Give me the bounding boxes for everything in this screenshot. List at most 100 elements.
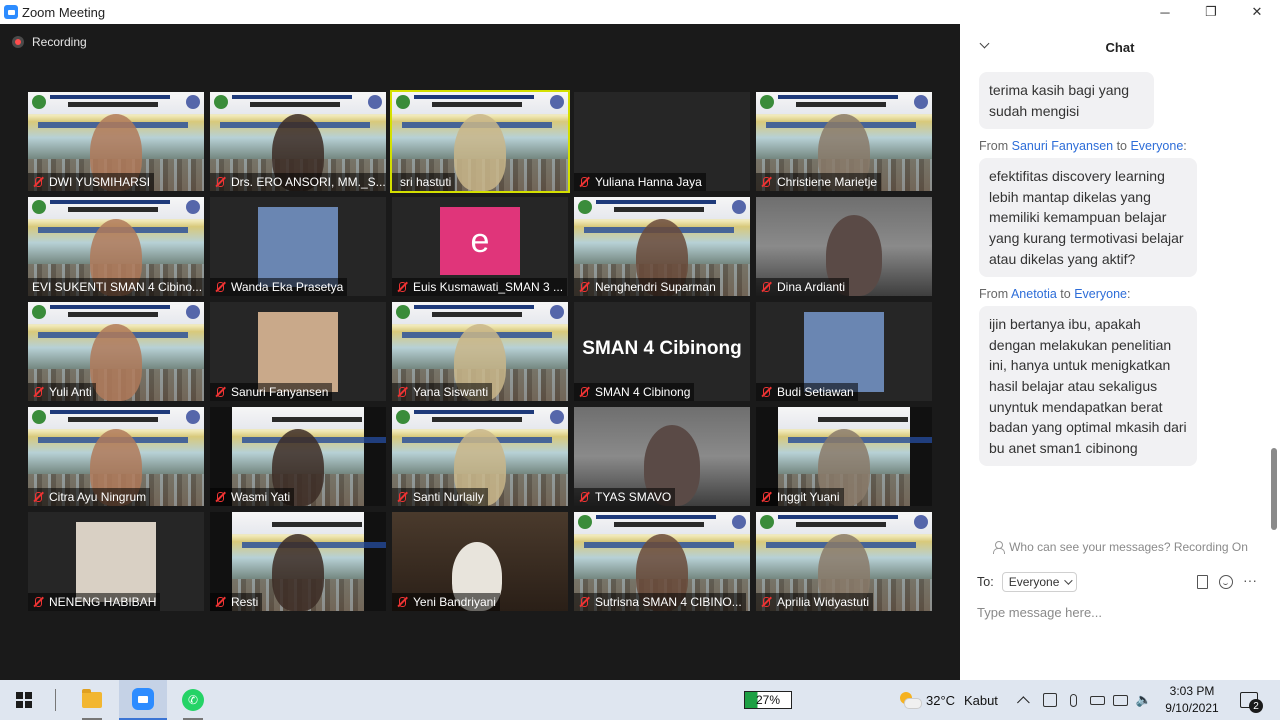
participant-name-label: Yuliana Hanna Jaya	[574, 173, 706, 191]
whatsapp-taskbar-button[interactable]: ✆	[170, 680, 216, 720]
participant-tile[interactable]: Yuliana Hanna Jaya	[574, 92, 750, 191]
participant-name: Drs. ERO ANSORI, MM._S...	[231, 175, 386, 189]
recipient-name[interactable]: Everyone	[1130, 139, 1183, 153]
weather-widget[interactable]	[896, 680, 922, 720]
clock[interactable]: 3:03 PM 9/10/2021	[1160, 680, 1224, 720]
chevron-down-icon[interactable]	[978, 38, 992, 52]
participant-name-label: Yeni Bandriyani	[392, 593, 500, 611]
participant-name-label: Wasmi Yati	[210, 488, 295, 506]
volume-tray[interactable]: 🔈	[1135, 680, 1153, 720]
battery-percent: 27%	[755, 693, 781, 707]
scrollbar-thumb[interactable]	[1271, 448, 1277, 530]
more-icon[interactable]: ···	[1242, 573, 1258, 590]
participant-name: Resti	[231, 595, 259, 609]
chat-scrollbar[interactable]	[1271, 70, 1277, 532]
restore-button[interactable]: ❐	[1188, 0, 1234, 24]
participant-name: Sanuri Fanyansen	[231, 385, 329, 399]
participant-name-label: Christiene Marietje	[756, 173, 882, 191]
notifications-button[interactable]: 2	[1236, 680, 1263, 720]
participant-tile[interactable]: TYAS SMAVO	[574, 407, 750, 506]
participant-tile[interactable]: Aprilia Widyastuti	[756, 512, 932, 611]
participant-tile[interactable]: Budi Setiawan	[756, 302, 932, 401]
chevron-up-icon	[1016, 695, 1030, 709]
participant-tile[interactable]: Citra Ayu Ningrum	[28, 407, 204, 506]
microphone-tray[interactable]	[1064, 680, 1082, 720]
chat-messages[interactable]: terima kasih bagi yang sudah mengisi From…	[960, 70, 1268, 532]
battery-tray[interactable]	[1088, 680, 1106, 720]
weather-text[interactable]: 32°C Kabut	[926, 680, 1016, 720]
participant-name-label: Yana Siswanti	[392, 383, 493, 401]
window-controls: ─ ❐ ✕	[1142, 0, 1280, 24]
participant-name-label: Nenghendri Suparman	[574, 278, 720, 296]
muted-microphone-icon	[578, 281, 590, 293]
participant-tile[interactable]: Nenghendri Suparman	[574, 197, 750, 296]
participant-tile[interactable]: Yeni Bandriyani	[392, 512, 568, 611]
participant-name-label: SMAN 4 Cibinong	[574, 383, 695, 401]
participant-tile[interactable]: Dina Ardianti	[756, 197, 932, 296]
file-explorer-button[interactable]	[70, 680, 114, 720]
recipient-dropdown[interactable]: Everyone	[1001, 572, 1078, 592]
chat-message: terima kasih bagi yang sudah mengisi	[960, 72, 1197, 130]
whatsapp-icon: ✆	[182, 689, 204, 711]
participant-tile[interactable]: Santi Nurlaily	[392, 407, 568, 506]
participant-tile[interactable]: sri hastuti	[390, 90, 570, 193]
participant-display-text: SMAN 4 Cibinong	[582, 338, 742, 359]
participant-name: Wanda Eka Prasetya	[231, 280, 344, 294]
battery-icon	[1089, 695, 1105, 705]
participant-tile[interactable]: Drs. ERO ANSORI, MM._S...	[210, 92, 386, 191]
file-icon[interactable]	[1194, 574, 1210, 590]
notification-icon: 2	[1240, 692, 1263, 713]
participant-tile[interactable]: EVI SUKENTI SMAN 4 Cibino...	[28, 197, 204, 296]
muted-microphone-icon	[32, 596, 44, 608]
show-hidden-icons-button[interactable]	[1016, 680, 1034, 720]
participant-tile[interactable]: Sutrisna SMAN 4 CIBINO...	[574, 512, 750, 611]
tray-app-icon[interactable]	[1041, 680, 1059, 720]
participant-name-label: Wanda Eka Prasetya	[210, 278, 348, 296]
battery-widget[interactable]: 27%	[742, 680, 794, 720]
privacy-notice[interactable]: Who can see your messages? Recording On	[960, 536, 1280, 558]
sender-name[interactable]: Anetotia	[1011, 287, 1057, 301]
participant-name: Dina Ardianti	[777, 280, 846, 294]
participant-name-label: Dina Ardianti	[756, 278, 850, 296]
message-bubble: terima kasih bagi yang sudah mengisi	[979, 72, 1154, 130]
close-button[interactable]: ✕	[1234, 0, 1280, 24]
participant-tile[interactable]: Wasmi Yati	[210, 407, 386, 506]
muted-microphone-icon	[760, 176, 772, 188]
recipient-name[interactable]: Everyone	[1074, 287, 1127, 301]
participant-name: Sutrisna SMAN 4 CIBINO...	[595, 595, 742, 609]
start-button[interactable]	[6, 680, 42, 720]
zoom-app-icon	[4, 5, 18, 19]
participant-name-label: Sanuri Fanyansen	[210, 383, 333, 401]
chat-input[interactable]	[977, 602, 1267, 622]
participant-tile[interactable]: Yana Siswanti	[392, 302, 568, 401]
participant-tile[interactable]: Inggit Yuani	[756, 407, 932, 506]
participant-tile[interactable]: Sanuri Fanyansen	[210, 302, 386, 401]
recording-indicator[interactable]: Recording	[12, 35, 87, 49]
recipient-value: Everyone	[1008, 575, 1060, 589]
zoom-icon	[132, 688, 154, 710]
participant-tile[interactable]: Yuli Anti	[28, 302, 204, 401]
emoji-icon[interactable]	[1218, 574, 1234, 590]
window-title: Zoom Meeting	[22, 4, 106, 20]
participant-tile[interactable]: DWI YUSMIHARSI	[28, 92, 204, 191]
participant-name-label: DWI YUSMIHARSI	[28, 173, 155, 191]
muted-microphone-icon	[396, 386, 408, 398]
participant-tile[interactable]: NENENG HABIBAH	[28, 512, 204, 611]
participant-name: TYAS SMAVO	[595, 490, 672, 504]
participant-tile[interactable]: Wanda Eka Prasetya	[210, 197, 386, 296]
sender-name[interactable]: Sanuri Fanyansen	[1012, 139, 1113, 153]
participant-tile[interactable]: Resti	[210, 512, 386, 611]
network-tray[interactable]	[1111, 680, 1129, 720]
participant-tile[interactable]: e Euis Kusmawati_SMAN 3 ...	[392, 197, 568, 296]
people-icon	[992, 541, 1006, 554]
participant-name-label: EVI SUKENTI SMAN 4 Cibino...	[28, 278, 204, 296]
participant-tile[interactable]: Christiene Marietje	[756, 92, 932, 191]
minimize-button[interactable]: ─	[1142, 0, 1188, 24]
participant-name-label: Aprilia Widyastuti	[756, 593, 874, 611]
muted-microphone-icon	[214, 491, 226, 503]
windows-icon	[16, 692, 32, 708]
participant-name: DWI YUSMIHARSI	[49, 175, 151, 189]
zoom-taskbar-button[interactable]	[119, 680, 167, 720]
participant-tile[interactable]: SMAN 4 Cibinong SMAN 4 Cibinong	[574, 302, 750, 401]
to-label: To:	[977, 575, 994, 589]
